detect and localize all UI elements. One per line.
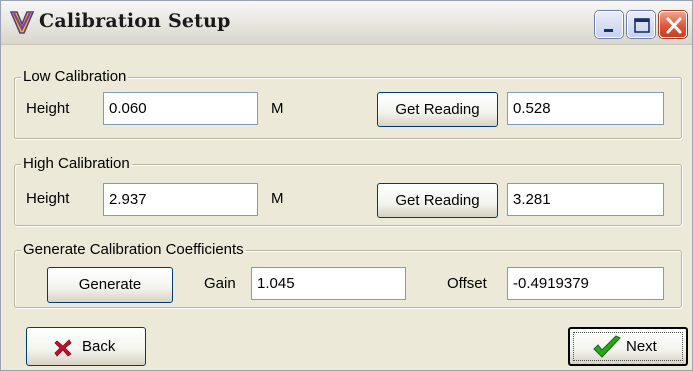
high-height-label: Height (26, 190, 70, 207)
low-get-reading-label: Get Reading (395, 101, 480, 118)
coefficients-legend: Generate Calibration Coefficients (21, 241, 246, 259)
generate-label: Generate (78, 276, 142, 293)
gain-value[interactable]: 1.045 (251, 267, 406, 300)
generate-button[interactable]: Generate (47, 267, 173, 303)
green-check-icon (592, 335, 622, 365)
back-button[interactable]: Back (26, 327, 146, 366)
window-title: Calibration Setup (39, 10, 231, 32)
low-height-label: Height (26, 100, 70, 117)
high-unit-label: M (271, 190, 284, 207)
offset-value[interactable]: -0.4919379 (507, 267, 664, 300)
high-reading-value[interactable]: 3.281 (507, 183, 664, 216)
high-get-reading-label: Get Reading (395, 192, 480, 209)
minimize-button[interactable] (595, 11, 623, 38)
next-label: Next (626, 338, 657, 355)
maximize-icon (634, 18, 650, 33)
low-calibration-legend: Low Calibration (21, 68, 129, 86)
low-reading-value[interactable]: 0.528 (507, 92, 664, 125)
offset-label: Offset (447, 275, 487, 292)
high-get-reading-button[interactable]: Get Reading (377, 183, 498, 218)
maximize-button[interactable] (627, 11, 655, 38)
next-button[interactable]: Next (568, 327, 688, 366)
back-label: Back (82, 338, 116, 355)
low-height-input[interactable]: 0.060 (103, 92, 258, 125)
minimize-icon (604, 29, 613, 32)
gain-label: Gain (204, 275, 236, 292)
red-x-icon (54, 339, 72, 361)
checkmark-v-icon (9, 9, 35, 35)
low-get-reading-button[interactable]: Get Reading (377, 92, 498, 127)
close-button[interactable] (659, 11, 687, 38)
low-unit-label: M (271, 100, 284, 117)
title-bar[interactable]: Calibration Setup (1, 1, 692, 45)
close-icon (666, 17, 682, 34)
high-calibration-legend: High Calibration (21, 155, 132, 173)
high-height-input[interactable]: 2.937 (103, 183, 258, 216)
calibration-setup-window: Calibration Setup Low Calibration Height… (0, 0, 693, 371)
